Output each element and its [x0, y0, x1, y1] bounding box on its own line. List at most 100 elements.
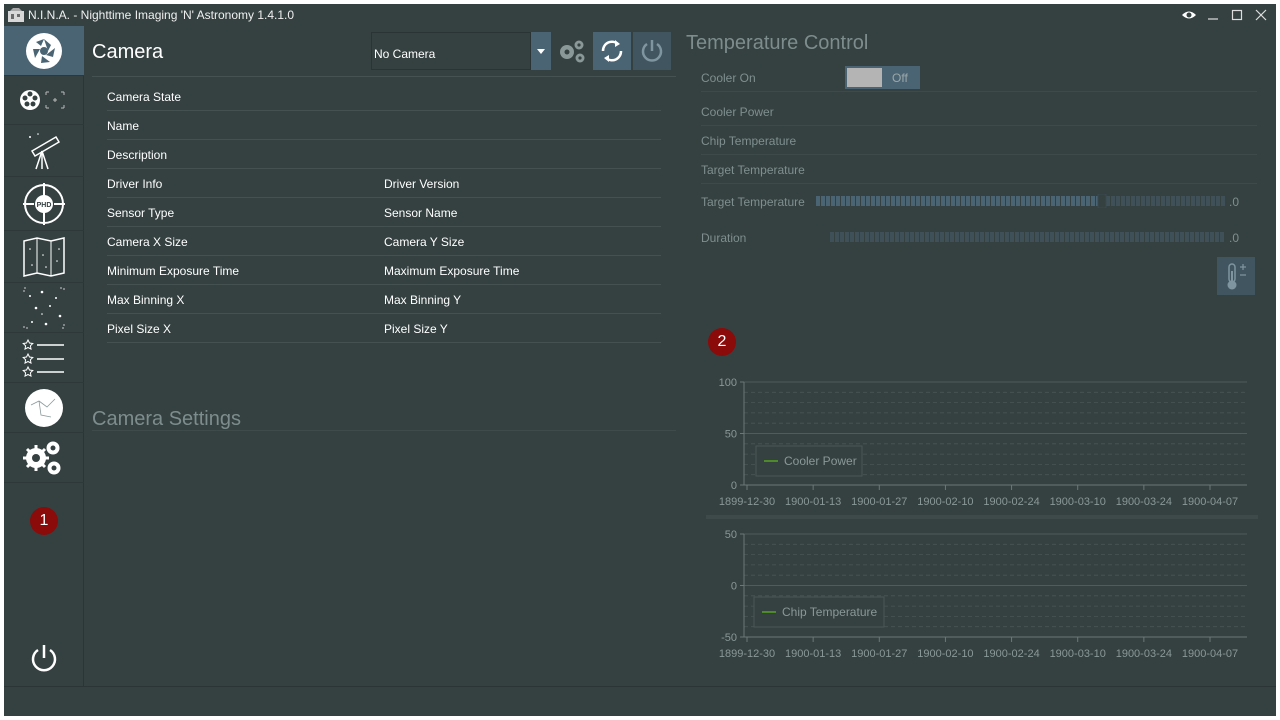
- x-tick-label: 1900-02-24: [983, 496, 1039, 508]
- slider-segment: [955, 232, 959, 242]
- sidebar-item-sky-map[interactable]: [4, 231, 84, 283]
- slider-track: [816, 193, 1225, 209]
- slider-segment: [1130, 232, 1134, 242]
- sidebar-item-camera[interactable]: [4, 26, 84, 76]
- slider-segment: [1051, 196, 1055, 206]
- sidebar-item-options[interactable]: [4, 433, 84, 483]
- slider-segment: [1011, 196, 1015, 206]
- slider-segment: [1000, 232, 1004, 242]
- slider-segment: [1020, 232, 1024, 242]
- info-row-camera-state: Camera State: [107, 82, 661, 111]
- duration-slider[interactable]: [816, 230, 1226, 252]
- slider-segment: [1211, 196, 1215, 206]
- annotation-badge-2: 2: [708, 328, 736, 356]
- sidebar-item-filter-wheel[interactable]: [4, 76, 84, 125]
- slider-segment: [840, 232, 844, 242]
- slider-segment: [995, 232, 999, 242]
- sidebar-item-guider[interactable]: PHD: [4, 177, 84, 231]
- slider-segment: [910, 232, 914, 242]
- slider-segment: [905, 232, 909, 242]
- slider-segment: [1091, 196, 1095, 206]
- slider-segment: [1145, 232, 1149, 242]
- slider-segment: [931, 196, 935, 206]
- x-tick-label: 1900-02-10: [917, 648, 973, 660]
- sidebar: PHD 1: [4, 26, 84, 716]
- chip-temperature-label: Chip Temperature: [701, 134, 797, 148]
- slider-segment: [841, 196, 845, 206]
- sidebar-item-telescope[interactable]: [4, 125, 84, 177]
- slider-segment: [1035, 232, 1039, 242]
- slider-segment: [871, 196, 875, 206]
- filter-wheel-icon: [20, 90, 65, 110]
- slider-segment: [866, 196, 870, 206]
- x-tick-label: 1900-03-10: [1050, 648, 1106, 660]
- slider-segment: [886, 196, 890, 206]
- slider-segment: [1040, 232, 1044, 242]
- info-label: Pixel Size Y: [384, 322, 448, 336]
- slider-segment: [900, 232, 904, 242]
- info-row-pixel-size: Pixel Size X Pixel Size Y: [107, 314, 661, 343]
- window-title: N.I.N.A. - Nighttime Imaging 'N' Astrono…: [28, 8, 295, 22]
- slider-segment: [930, 232, 934, 242]
- slider-segment: [1050, 232, 1054, 242]
- slider-segment: [1120, 232, 1124, 242]
- slider-segment: [836, 196, 840, 206]
- slider-segment: [1045, 232, 1049, 242]
- target-temperature-slider[interactable]: [816, 193, 1226, 216]
- info-row-description: Description: [107, 140, 661, 169]
- maximize-icon[interactable]: [1226, 4, 1248, 26]
- slider-segment: [1166, 196, 1170, 206]
- slider-segment: [1010, 232, 1014, 242]
- info-row-size: Camera X Size Camera Y Size: [107, 227, 661, 256]
- x-tick-label: 1900-04-07: [1182, 496, 1238, 508]
- close-icon[interactable]: [1250, 4, 1272, 26]
- cooler-on-row: Cooler On: [701, 63, 1257, 92]
- slider-segment: [1116, 196, 1120, 206]
- svg-text:PHD: PHD: [37, 202, 52, 209]
- slider-segment: [816, 196, 820, 206]
- slider-segment: [1006, 196, 1010, 206]
- slider-segment: [1140, 232, 1144, 242]
- camera-refresh-button[interactable]: [593, 32, 631, 70]
- slider-segment: [945, 232, 949, 242]
- x-tick-label: 1900-03-24: [1116, 648, 1172, 660]
- slider-thumb[interactable]: [1097, 193, 1107, 209]
- info-row-binning: Max Binning X Max Binning Y: [107, 285, 661, 314]
- info-label: Maximum Exposure Time: [384, 264, 520, 278]
- slider-segment: [975, 232, 979, 242]
- slider-segment: [821, 196, 825, 206]
- slider-segment: [965, 232, 969, 242]
- info-label: Sensor Type: [107, 206, 175, 220]
- camera-settings-button[interactable]: [553, 32, 591, 70]
- telescope-icon: [29, 132, 61, 169]
- y-tick-label: 0: [731, 581, 737, 593]
- slider-segment: [1021, 196, 1025, 206]
- camera-connect-button[interactable]: [633, 32, 671, 70]
- slider-segment: [1061, 196, 1065, 206]
- power-icon[interactable]: [28, 642, 60, 674]
- sidebar-item-sequence[interactable]: [4, 333, 84, 383]
- sidebar-item-sky-atlas[interactable]: [4, 383, 84, 433]
- info-row-sensor: Sensor Type Sensor Name: [107, 198, 661, 227]
- slider-track: [830, 232, 1224, 242]
- x-tick-label: 1900-01-13: [785, 496, 841, 508]
- slider-segment: [1065, 232, 1069, 242]
- eye-icon[interactable]: [1178, 4, 1200, 26]
- x-tick-label: 1900-04-07: [1182, 648, 1238, 660]
- slider-segment: [996, 196, 1000, 206]
- cooler-toggle[interactable]: Off: [845, 66, 920, 89]
- slider-segment: [835, 232, 839, 242]
- sidebar-item-framing[interactable]: [4, 283, 84, 333]
- camera-dropdown-button[interactable]: [531, 32, 551, 70]
- slider-segment: [951, 196, 955, 206]
- minimize-icon[interactable]: [1202, 4, 1224, 26]
- slider-segment: [915, 232, 919, 242]
- camera-selector[interactable]: No Camera: [371, 32, 531, 70]
- slider-segment: [846, 196, 850, 206]
- slider-segment: [1031, 196, 1035, 206]
- slider-segment: [971, 196, 975, 206]
- slider-segment: [956, 196, 960, 206]
- set-temperature-button[interactable]: [1217, 257, 1255, 295]
- slider-segment: [1185, 232, 1189, 242]
- slider-segment: [1141, 196, 1145, 206]
